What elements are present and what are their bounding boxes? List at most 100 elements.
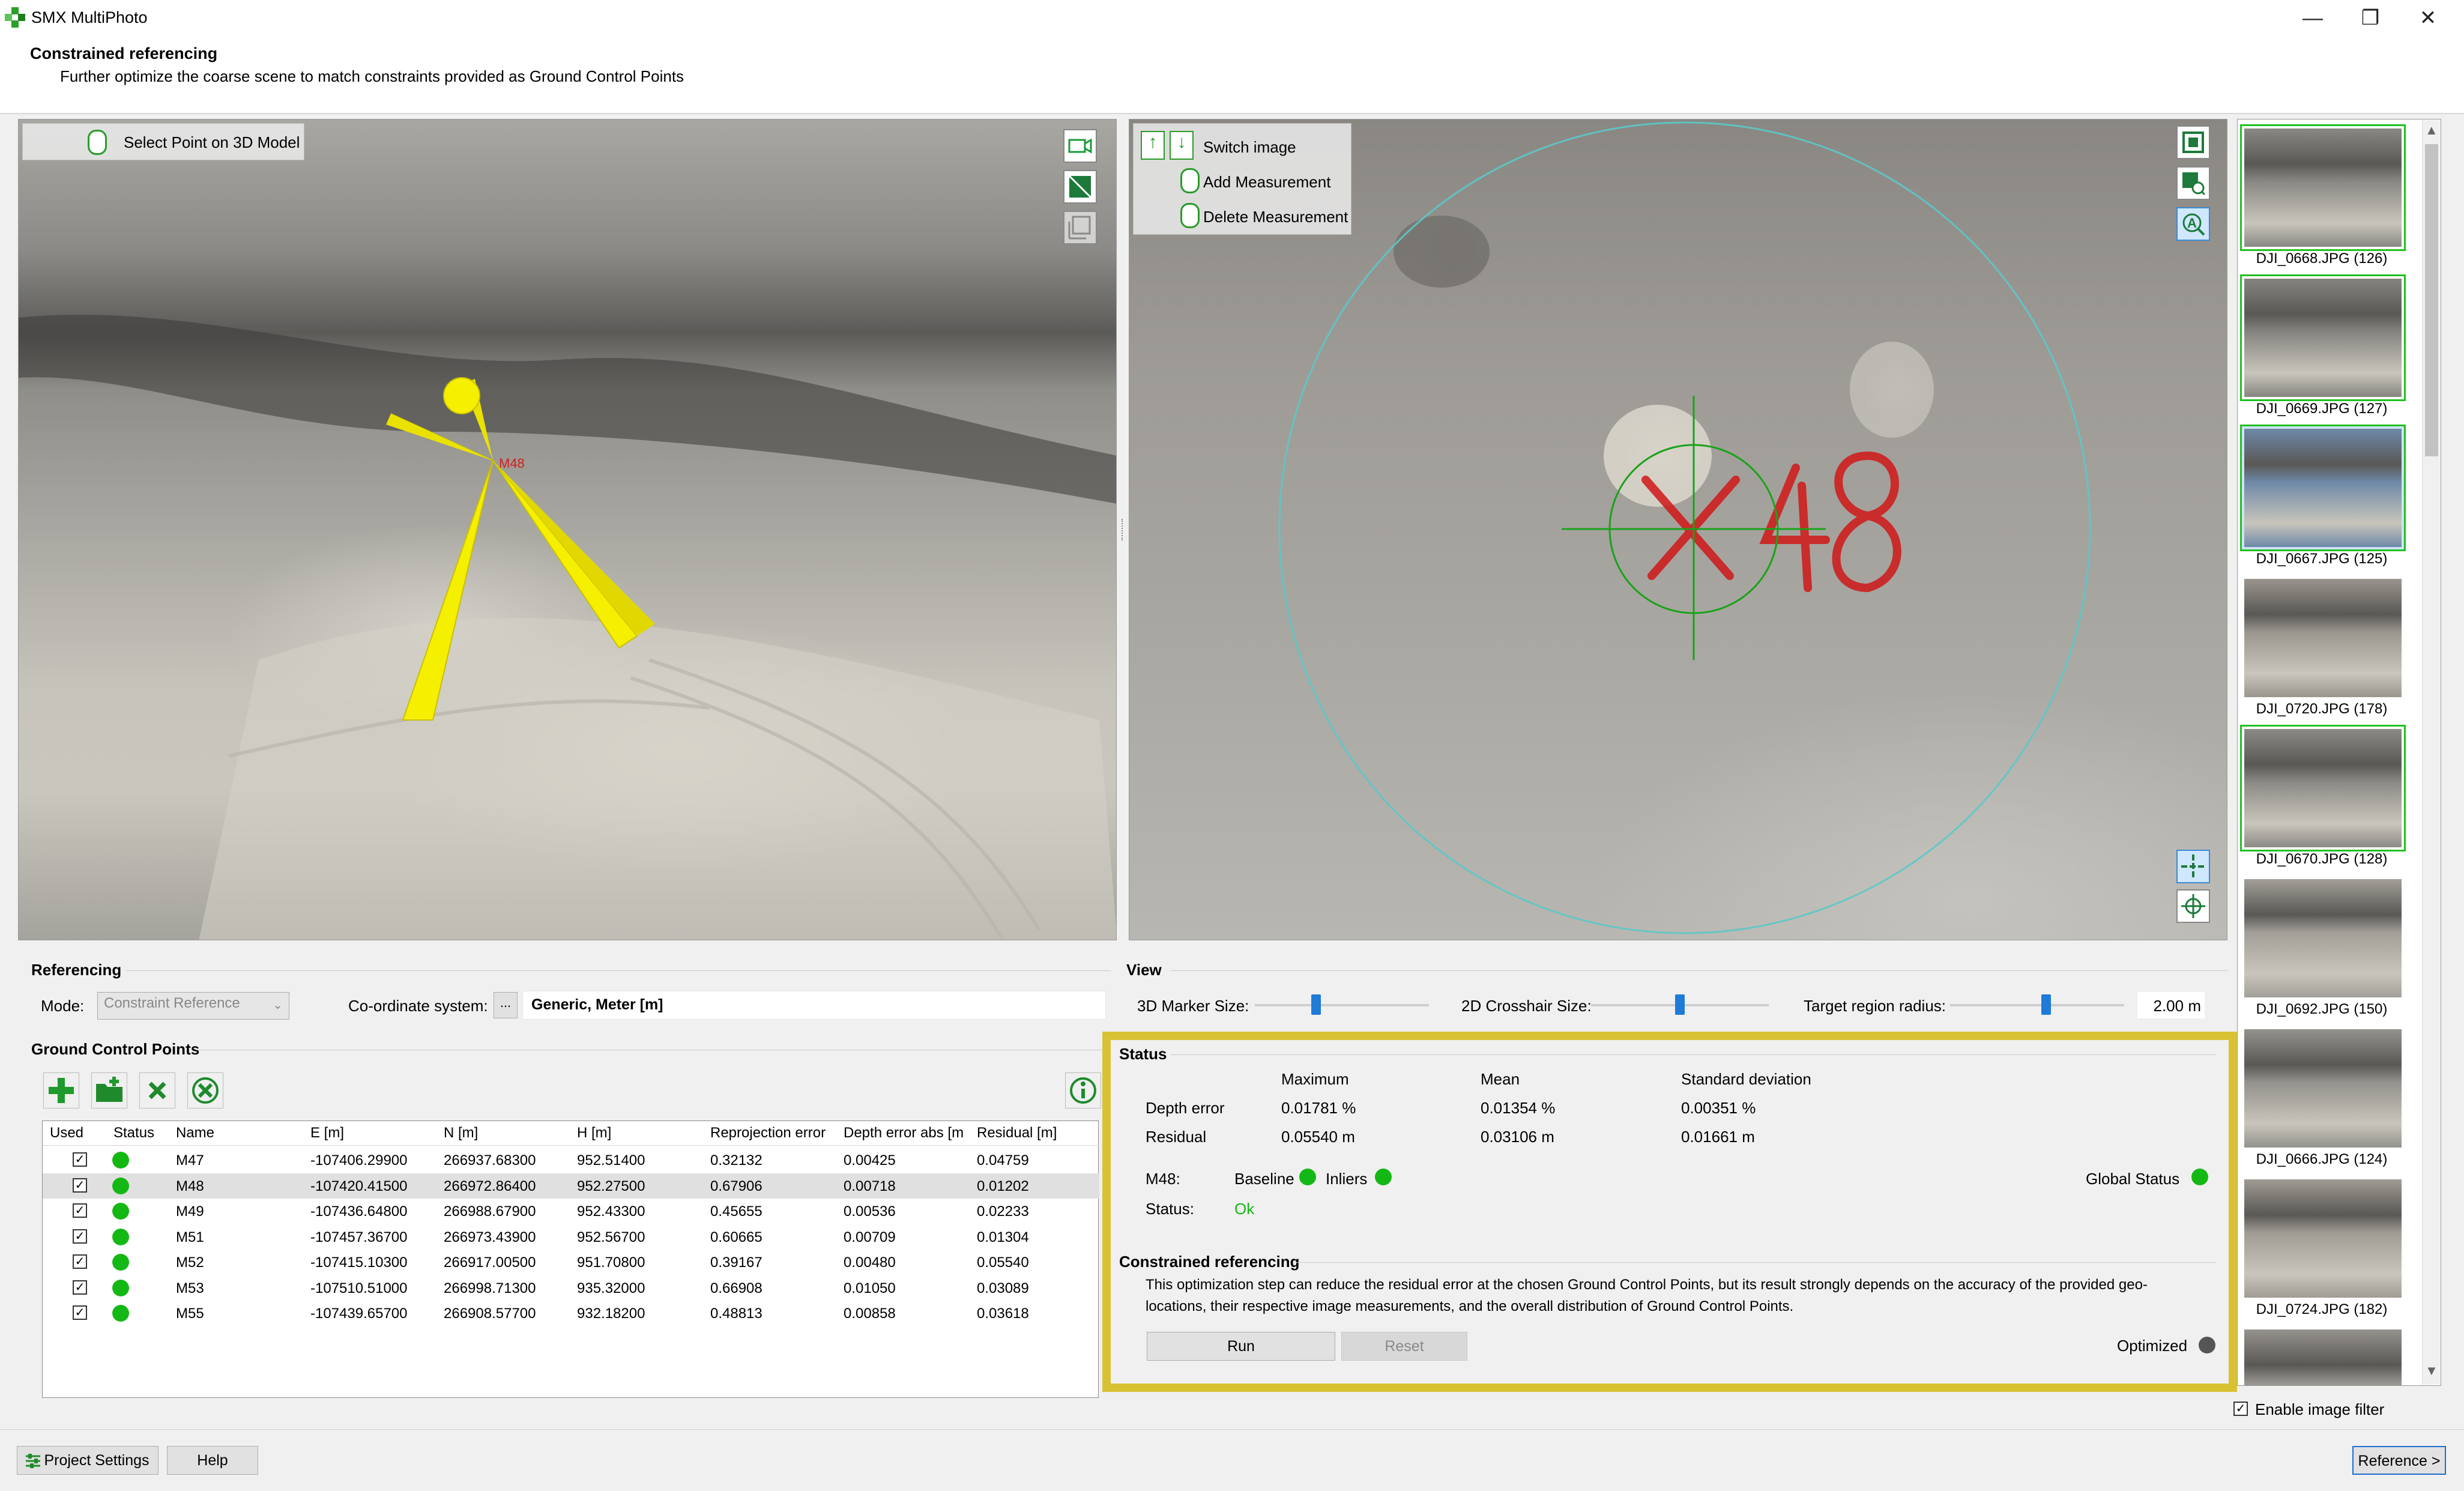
cell-residual: 0.03618 [977, 1305, 1029, 1322]
used-checkbox[interactable]: ✓ [73, 1152, 87, 1167]
thumbnail-image [2244, 429, 2402, 547]
cell-depth: 0.00536 [844, 1203, 896, 1220]
cell-name: M51 [176, 1229, 204, 1245]
cell-name: M49 [176, 1203, 204, 1220]
minimize-button[interactable]: — [2289, 4, 2337, 32]
target-radius-slider[interactable] [1950, 1004, 2124, 1006]
thumbnail-image [2244, 1029, 2402, 1148]
table-row[interactable]: ✓ M48 -107420.41500 266972.86400 952.27500 0.… [43, 1173, 1099, 1199]
column-header[interactable]: Depth error abs [m [844, 1125, 970, 1142]
run-button[interactable]: Run [1147, 1332, 1335, 1361]
scroll-up-icon[interactable]: ▲ [2425, 122, 2438, 138]
crosshair-size-slider-thumb[interactable] [1675, 994, 1685, 1015]
used-checkbox[interactable]: ✓ [73, 1280, 87, 1295]
thumbnail-label: DJI_0666.JPG (124) [2256, 1151, 2388, 1167]
used-checkbox[interactable]: ✓ [73, 1178, 87, 1193]
scrollbar-thumb[interactable] [2425, 144, 2438, 456]
viewport-splitter[interactable] [1118, 119, 1128, 940]
cell-reproj: 0.32132 [710, 1152, 762, 1169]
depth-error-std: 0.00351 % [1681, 1099, 1756, 1117]
thumbnail-item[interactable] [2240, 124, 2406, 251]
clear-gcp-button[interactable] [187, 1072, 223, 1108]
cell-n: 266973.43900 [444, 1229, 536, 1245]
column-header[interactable]: Used [50, 1125, 83, 1142]
used-checkbox[interactable]: ✓ [73, 1203, 87, 1218]
thumbnail-item[interactable] [2240, 1025, 2406, 1152]
target-radius-value[interactable]: 2.00 m [2137, 992, 2205, 1018]
column-header[interactable]: E [m] [310, 1125, 344, 1142]
mouse-right-icon [1180, 203, 1200, 228]
clear-all-icon [192, 1077, 219, 1104]
used-checkbox[interactable]: ✓ [73, 1305, 87, 1320]
gcp-table[interactable]: Used Status Name E [m] N [m] H [m] Repro… [42, 1121, 1099, 1398]
help-button[interactable]: Help [167, 1446, 258, 1475]
thumbnail-item[interactable] [2240, 425, 2406, 551]
column-header[interactable]: Residual [m] [977, 1125, 1057, 1142]
viewport-2d-image[interactable]: ↑ ↓ Switch image Add Measurement Delete … [1129, 119, 2227, 940]
mode-dropdown[interactable]: Constraint Reference ⌄ [97, 992, 289, 1020]
bounding-box-icon[interactable] [1063, 211, 1097, 244]
thumbnail-item[interactable] [2240, 725, 2406, 851]
cell-residual: 0.02233 [977, 1203, 1029, 1220]
zoom-region-icon[interactable] [2176, 166, 2210, 200]
reset-button[interactable]: Reset [1341, 1332, 1467, 1361]
project-settings-button[interactable]: Project Settings [17, 1446, 159, 1475]
table-row[interactable]: ✓ M51 -107457.36700 266973.43900 952.56700 0.… [43, 1224, 1099, 1250]
enable-image-filter-checkbox[interactable]: ✓ [2233, 1402, 2248, 1416]
maximize-button[interactable]: ❐ [2346, 4, 2394, 32]
column-header[interactable]: Status [113, 1125, 154, 1142]
crosshair-toggle-icon[interactable] [2176, 850, 2210, 883]
cell-e: -107439.65700 [310, 1305, 408, 1322]
fit-image-icon[interactable] [2176, 126, 2210, 159]
cell-e: -107457.36700 [310, 1229, 408, 1245]
window-title: SMX MultiPhoto [31, 8, 148, 26]
remove-gcp-button[interactable] [139, 1072, 175, 1108]
depth-error-mean: 0.01354 % [1481, 1099, 1556, 1117]
constrained-description-line2: locations, their respective image measur… [1146, 1298, 1794, 1314]
camera-view-icon[interactable] [1063, 129, 1097, 163]
close-button[interactable]: ✕ [2404, 4, 2452, 32]
cell-e: -107420.41500 [310, 1178, 408, 1194]
column-header[interactable]: H [m] [577, 1125, 611, 1142]
thumbnail-item[interactable] [2240, 1325, 2406, 1385]
thumbnail-image [2244, 279, 2402, 397]
thumbnail-item[interactable] [2240, 274, 2406, 401]
coordinate-system-browse-button[interactable]: ... [494, 992, 518, 1018]
table-row[interactable]: ✓ M52 -107415.10300 266917.00500 951.70800 0.… [43, 1250, 1099, 1275]
import-gcp-button[interactable] [91, 1072, 127, 1108]
thumbnail-list[interactable]: DJI_0668.JPG (126) DJI_0669.JPG (127) DJI_… [2237, 119, 2441, 1386]
marker-size-slider[interactable] [1255, 1004, 1429, 1006]
column-header[interactable]: Name [176, 1125, 214, 1142]
marker-size-slider-thumb[interactable] [1311, 994, 1321, 1015]
next-reference-button[interactable]: Reference > [2352, 1446, 2446, 1475]
add-gcp-button[interactable] [43, 1072, 79, 1108]
texture-toggle-icon[interactable] [1063, 170, 1097, 204]
thumbnail-item[interactable] [2240, 575, 2406, 701]
table-row[interactable]: ✓ M53 -107510.51000 266998.71300 935.32000 0.… [43, 1275, 1099, 1301]
column-maximum: Maximum [1281, 1070, 1349, 1088]
thumbnail-item[interactable] [2240, 875, 2406, 1002]
info-icon [1070, 1077, 1096, 1104]
coordinate-system-value: Generic, Meter [m] [522, 991, 1106, 1020]
delete-icon [148, 1081, 166, 1099]
target-radius-slider-thumb[interactable] [2041, 994, 2051, 1015]
center-target-icon[interactable] [2176, 889, 2210, 923]
enable-image-filter-label: Enable image filter [2255, 1400, 2385, 1418]
gcp-info-button[interactable] [1065, 1072, 1101, 1108]
column-header[interactable]: Reprojection error [710, 1125, 826, 1142]
baseline-label: Baseline [1234, 1170, 1294, 1188]
used-checkbox[interactable]: ✓ [73, 1254, 87, 1269]
viewport-3d-model[interactable]: M48 Select Point on 3D Model [18, 119, 1117, 940]
table-row[interactable]: ✓ M47 -107406.29900 266937.68300 952.51400 0.… [43, 1148, 1099, 1173]
used-checkbox[interactable]: ✓ [73, 1229, 87, 1244]
thumbnail-scrollbar[interactable]: ▲ ▼ [2422, 120, 2440, 1385]
scroll-down-icon[interactable]: ▼ [2425, 1363, 2438, 1379]
table-row[interactable]: ✓ M55 -107439.65700 266908.57700 932.18200 0.… [43, 1301, 1099, 1326]
auto-measure-icon[interactable]: A [2176, 207, 2210, 241]
column-header[interactable]: N [m] [444, 1125, 478, 1142]
thumbnail-item[interactable] [2240, 1175, 2406, 1302]
measurement-crosshair[interactable] [1562, 396, 1826, 660]
inliers-status-dot [1375, 1169, 1392, 1185]
optimized-label: Optimized [2117, 1337, 2188, 1355]
table-row[interactable]: ✓ M49 -107436.64800 266988.67900 952.43300 0.… [43, 1199, 1099, 1224]
